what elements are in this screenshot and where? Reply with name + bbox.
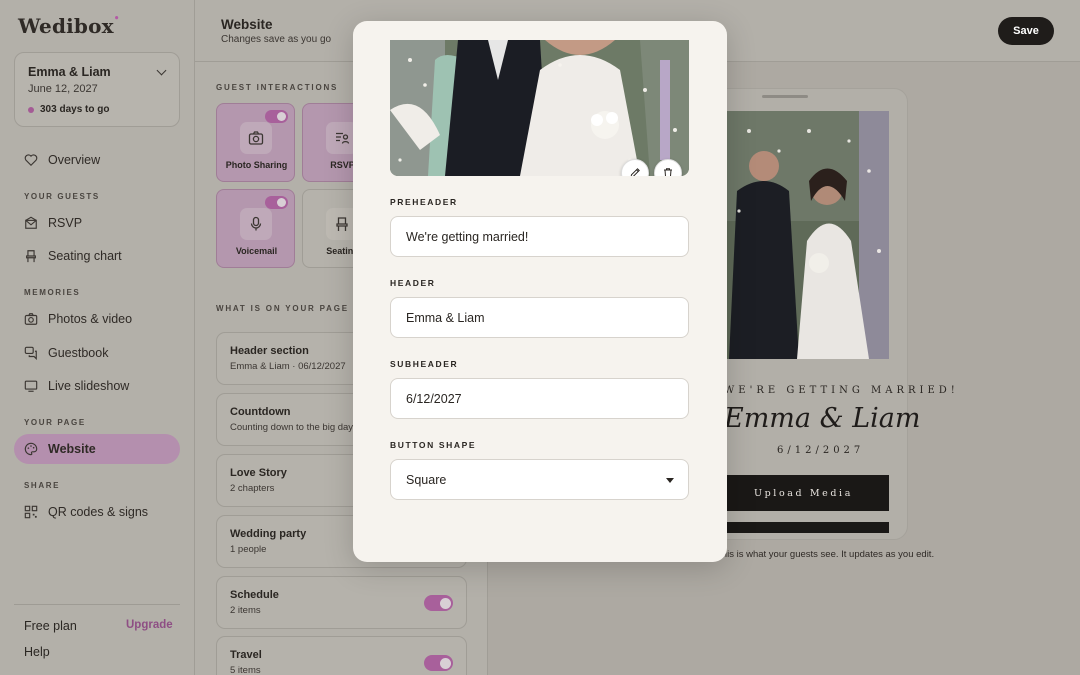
section-subtitle: 2 items — [230, 605, 261, 616]
preview-caption: This is what your guests see. It updates… — [716, 549, 935, 560]
section-title: Love Story — [230, 467, 287, 479]
section-subtitle: 5 items — [230, 665, 261, 675]
heart-icon — [24, 154, 38, 167]
header-input[interactable] — [390, 297, 689, 338]
event-selector[interactable]: Emma & Liam June 12, 2027 303 days to go — [14, 52, 180, 127]
page-subtitle: Changes save as you go — [221, 34, 332, 45]
preview-couple-name: Emma & Liam — [724, 403, 921, 434]
sidebar-item-photos-video[interactable]: Photos & video — [14, 304, 180, 334]
save-button[interactable]: Save — [998, 17, 1054, 45]
sidebar-item-label: RSVP — [48, 216, 83, 230]
help-link[interactable]: Help — [24, 645, 50, 659]
chevron-down-icon[interactable] — [156, 65, 167, 76]
preview-upload-button[interactable]: Upload Media — [718, 475, 889, 511]
sidebar-item-label: Guestbook — [48, 346, 109, 360]
on-page-heading: WHAT IS ON YOUR PAGE — [216, 304, 349, 313]
section-schedule[interactable]: Schedule 2 items — [216, 576, 467, 629]
feature-label: Photo Sharing — [225, 160, 288, 170]
sidebar-item-label: QR codes & signs — [48, 505, 149, 519]
sidebar-item-seating-chart[interactable]: Seating chart — [14, 241, 180, 271]
guest-interactions-heading: GUEST INTERACTIONS — [216, 83, 339, 92]
section-subtitle: 2 chapters — [230, 483, 275, 494]
section-title: Travel — [230, 649, 262, 661]
button-shape-label: BUTTON SHAPE — [390, 440, 477, 450]
button-shape-select[interactable]: Square — [390, 459, 689, 500]
section-toggle[interactable] — [424, 595, 453, 611]
section-travel[interactable]: Travel 5 items — [216, 636, 467, 675]
couple-photo — [719, 111, 889, 359]
sidebar-divider — [14, 604, 180, 605]
sidebar-item-qr-codes[interactable]: QR codes & signs — [14, 497, 180, 527]
feature-toggle[interactable] — [265, 110, 288, 123]
monitor-icon — [24, 380, 38, 392]
header-photo — [390, 40, 689, 176]
section-subtitle: Emma & Liam · 06/12/2027 — [230, 361, 346, 372]
sidebar-item-label: Overview — [48, 153, 101, 167]
camera-icon — [240, 122, 272, 154]
sidebar-item-label: Website — [48, 442, 96, 456]
envelope-icon — [25, 216, 37, 229]
subheader-input[interactable] — [390, 378, 689, 419]
feature-toggle[interactable] — [265, 196, 288, 209]
preview-preheader: WE'RE GETTING MARRIED! — [724, 385, 959, 396]
sidebar-section-memories: MEMORIES — [24, 288, 81, 297]
section-title: Wedding party — [230, 528, 307, 540]
preheader-input[interactable] — [390, 216, 689, 257]
sidebar-item-label: Live slideshow — [48, 379, 130, 393]
chair-icon — [26, 250, 36, 263]
sidebar-item-website[interactable]: Website — [14, 434, 180, 464]
sidebar-section-guests: YOUR GUESTS — [24, 192, 100, 201]
event-countdown: 303 days to go — [40, 104, 110, 115]
microphone-icon — [240, 208, 272, 240]
status-dot — [28, 107, 34, 113]
upgrade-link[interactable]: Upgrade — [126, 619, 173, 631]
button-shape-value: Square — [406, 472, 447, 487]
trash-icon — [664, 168, 672, 176]
sidebar-item-rsvp[interactable]: RSVP — [14, 208, 180, 238]
sidebar-item-live-slideshow[interactable]: Live slideshow — [14, 371, 180, 401]
preview-date: 6/12/2027 — [777, 445, 865, 456]
sidebar-item-guestbook[interactable]: Guestbook — [14, 338, 180, 368]
event-date: June 12, 2027 — [28, 83, 98, 95]
sidebar-section-share: SHARE — [24, 481, 61, 490]
section-title: Schedule — [230, 589, 279, 601]
header-label: HEADER — [390, 278, 436, 288]
caret-down-icon — [666, 478, 674, 483]
sidebar-item-overview[interactable]: Overview — [14, 145, 180, 175]
camera-icon — [24, 313, 38, 325]
subheader-label: SUBHEADER — [390, 359, 459, 369]
palette-icon — [24, 442, 38, 456]
section-title: Header section — [230, 345, 309, 357]
feature-photo-sharing[interactable]: Photo Sharing — [216, 103, 295, 182]
page-title: Website — [221, 17, 273, 32]
preheader-label: PREHEADER — [390, 197, 458, 207]
phone-notch — [762, 95, 808, 98]
section-toggle[interactable] — [424, 655, 453, 671]
section-title: Countdown — [230, 406, 291, 418]
event-name: Emma & Liam — [28, 65, 111, 79]
sidebar-section-page: YOUR PAGE — [24, 418, 86, 427]
app-root: Wedibox• Emma & Liam June 12, 2027 303 d… — [0, 0, 1080, 675]
sidebar-item-label: Seating chart — [48, 249, 122, 263]
qr-code-icon — [24, 505, 38, 519]
sidebar-item-label: Photos & video — [48, 312, 133, 326]
plan-label: Free plan — [24, 619, 77, 633]
pencil-icon — [630, 168, 640, 176]
header-edit-modal: PREHEADER HEADER SUBHEADER BUTTON SHAPE … — [353, 21, 727, 562]
section-subtitle: Counting down to the big day — [230, 422, 354, 433]
feature-voicemail[interactable]: Voicemail — [216, 189, 295, 268]
section-subtitle: 1 people — [230, 544, 267, 555]
feature-label: Voicemail — [235, 246, 278, 256]
wedibox-logo[interactable]: Wedibox• — [18, 14, 120, 38]
sidebar: Wedibox• Emma & Liam June 12, 2027 303 d… — [0, 0, 195, 675]
preview-second-button[interactable] — [718, 522, 889, 533]
chat-bubbles-icon — [24, 346, 37, 360]
